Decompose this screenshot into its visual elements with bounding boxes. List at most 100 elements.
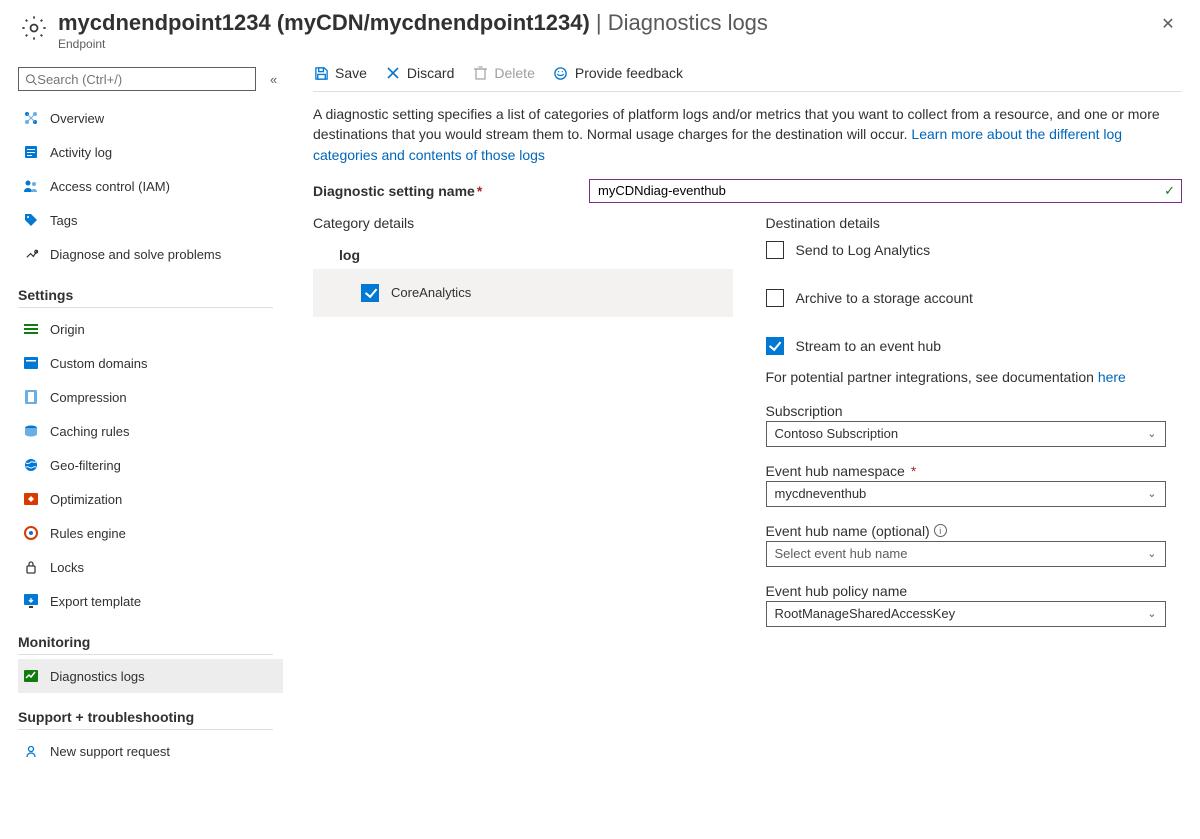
log-category-label: CoreAnalytics [391, 285, 471, 300]
search-input[interactable] [18, 67, 256, 91]
close-icon[interactable]: ✕ [1154, 10, 1182, 38]
caching-rules-icon [22, 422, 40, 440]
search-icon [25, 73, 37, 86]
sidebar-item-caching-rules[interactable]: Caching rules [18, 414, 283, 448]
chevron-down-icon: ⌄ [1147, 607, 1156, 620]
nav-section-monitoring: Monitoring [18, 634, 273, 655]
sidebar-item-diagnostics-logs[interactable]: Diagnostics logs [18, 659, 283, 693]
chevron-down-icon: ⌄ [1147, 487, 1156, 500]
sidebar-item-rules-engine[interactable]: Rules engine [18, 516, 283, 550]
origin-icon [22, 320, 40, 338]
dest-option-label: Send to Log Analytics [796, 242, 931, 258]
diagnostics-logs-icon [22, 667, 40, 685]
dest-option-label: Stream to an event hub [796, 338, 942, 354]
dest-option-label: Archive to a storage account [796, 290, 973, 306]
partner-note: For potential partner integrations, see … [766, 369, 1183, 385]
sidebar-item-new-support-request[interactable]: New support request [18, 734, 283, 768]
optimization-icon [22, 490, 40, 508]
nav-section-support: Support + troubleshooting [18, 709, 273, 730]
sidebar-item-label: Optimization [50, 492, 122, 507]
geo-filtering-icon [22, 456, 40, 474]
overview-icon [22, 109, 40, 127]
sidebar-item-label: Activity log [50, 145, 112, 160]
log-header: log [313, 241, 730, 269]
gear-icon [18, 12, 50, 44]
support-icon [22, 742, 40, 760]
sidebar-item-geo-filtering[interactable]: Geo-filtering [18, 448, 283, 482]
compression-icon [22, 388, 40, 406]
chevron-down-icon: ⌄ [1147, 427, 1156, 440]
dest-eventhub-checkbox[interactable] [766, 337, 784, 355]
sidebar-item-label: Rules engine [50, 526, 126, 541]
save-button[interactable]: Save [313, 65, 367, 81]
export-template-icon [22, 592, 40, 610]
info-icon[interactable]: i [934, 524, 947, 537]
sidebar-item-label: Diagnose and solve problems [50, 247, 221, 262]
destination-heading: Destination details [766, 215, 1183, 231]
delete-button: Delete [472, 65, 534, 81]
sidebar-item-label: Origin [50, 322, 85, 337]
sidebar: « Overview Activity log Access control (… [0, 59, 295, 788]
rules-engine-icon [22, 524, 40, 542]
sidebar-item-label: Locks [50, 560, 84, 575]
setting-name-label: Diagnostic setting name* [313, 183, 589, 199]
feedback-icon [553, 65, 569, 81]
namespace-label: Event hub namespace* [766, 463, 1166, 479]
sidebar-item-diagnose[interactable]: Diagnose and solve problems [18, 237, 283, 271]
sidebar-item-label: Diagnostics logs [50, 669, 145, 684]
subscription-label: Subscription [766, 403, 1166, 419]
sidebar-item-tags[interactable]: Tags [18, 203, 283, 237]
hubname-label: Event hub name (optional) i [766, 523, 1166, 539]
sidebar-item-locks[interactable]: Locks [18, 550, 283, 584]
dest-storage-checkbox[interactable] [766, 289, 784, 307]
sidebar-item-activity-log[interactable]: Activity log [18, 135, 283, 169]
discard-button[interactable]: Discard [385, 65, 454, 81]
collapse-sidebar-icon[interactable]: « [270, 72, 277, 87]
subscription-select[interactable]: Contoso Subscription ⌄ [766, 421, 1166, 447]
feedback-button[interactable]: Provide feedback [553, 65, 683, 81]
toolbar: Save Discard Delete Provide feedback [313, 65, 1182, 92]
sidebar-item-label: Compression [50, 390, 127, 405]
diagnose-icon [22, 245, 40, 263]
sidebar-item-label: Caching rules [50, 424, 130, 439]
page-subtitle: Endpoint [58, 37, 768, 51]
sidebar-item-label: Export template [50, 594, 141, 609]
partner-docs-link[interactable]: here [1098, 369, 1126, 385]
sidebar-item-custom-domains[interactable]: Custom domains [18, 346, 283, 380]
access-control-icon [22, 177, 40, 195]
chevron-down-icon: ⌄ [1147, 547, 1156, 560]
sidebar-item-label: Tags [50, 213, 77, 228]
sidebar-item-label: Geo-filtering [50, 458, 121, 473]
hubname-select[interactable]: Select event hub name ⌄ [766, 541, 1166, 567]
dest-log-analytics-checkbox[interactable] [766, 241, 784, 259]
coreanalytics-checkbox[interactable] [361, 284, 379, 302]
policy-select[interactable]: RootManageSharedAccessKey ⌄ [766, 601, 1166, 627]
save-icon [313, 65, 329, 81]
custom-domains-icon [22, 354, 40, 372]
discard-icon [385, 65, 401, 81]
sidebar-item-compression[interactable]: Compression [18, 380, 283, 414]
sidebar-item-origin[interactable]: Origin [18, 312, 283, 346]
sidebar-item-export-template[interactable]: Export template [18, 584, 283, 618]
tags-icon [22, 211, 40, 229]
sidebar-item-label: Access control (IAM) [50, 179, 170, 194]
page-title: mycdnendpoint1234 (myCDN/mycdnendpoint12… [58, 10, 768, 36]
locks-icon [22, 558, 40, 576]
delete-icon [472, 65, 488, 81]
category-heading: Category details [313, 215, 730, 231]
log-category-row[interactable]: CoreAnalytics [313, 269, 733, 317]
nav-section-settings: Settings [18, 287, 273, 308]
activity-log-icon [22, 143, 40, 161]
sidebar-item-optimization[interactable]: Optimization [18, 482, 283, 516]
sidebar-item-label: New support request [50, 744, 170, 759]
namespace-select[interactable]: mycdneventhub ⌄ [766, 481, 1166, 507]
sidebar-item-label: Custom domains [50, 356, 148, 371]
policy-label: Event hub policy name [766, 583, 1166, 599]
valid-check-icon: ✓ [1164, 183, 1175, 199]
main-content: Save Discard Delete Provide feedback A d… [295, 59, 1200, 788]
setting-name-input[interactable]: ✓ [589, 179, 1182, 203]
sidebar-item-access-control[interactable]: Access control (IAM) [18, 169, 283, 203]
sidebar-item-overview[interactable]: Overview [18, 101, 283, 135]
description: A diagnostic setting specifies a list of… [313, 104, 1182, 165]
sidebar-item-label: Overview [50, 111, 104, 126]
